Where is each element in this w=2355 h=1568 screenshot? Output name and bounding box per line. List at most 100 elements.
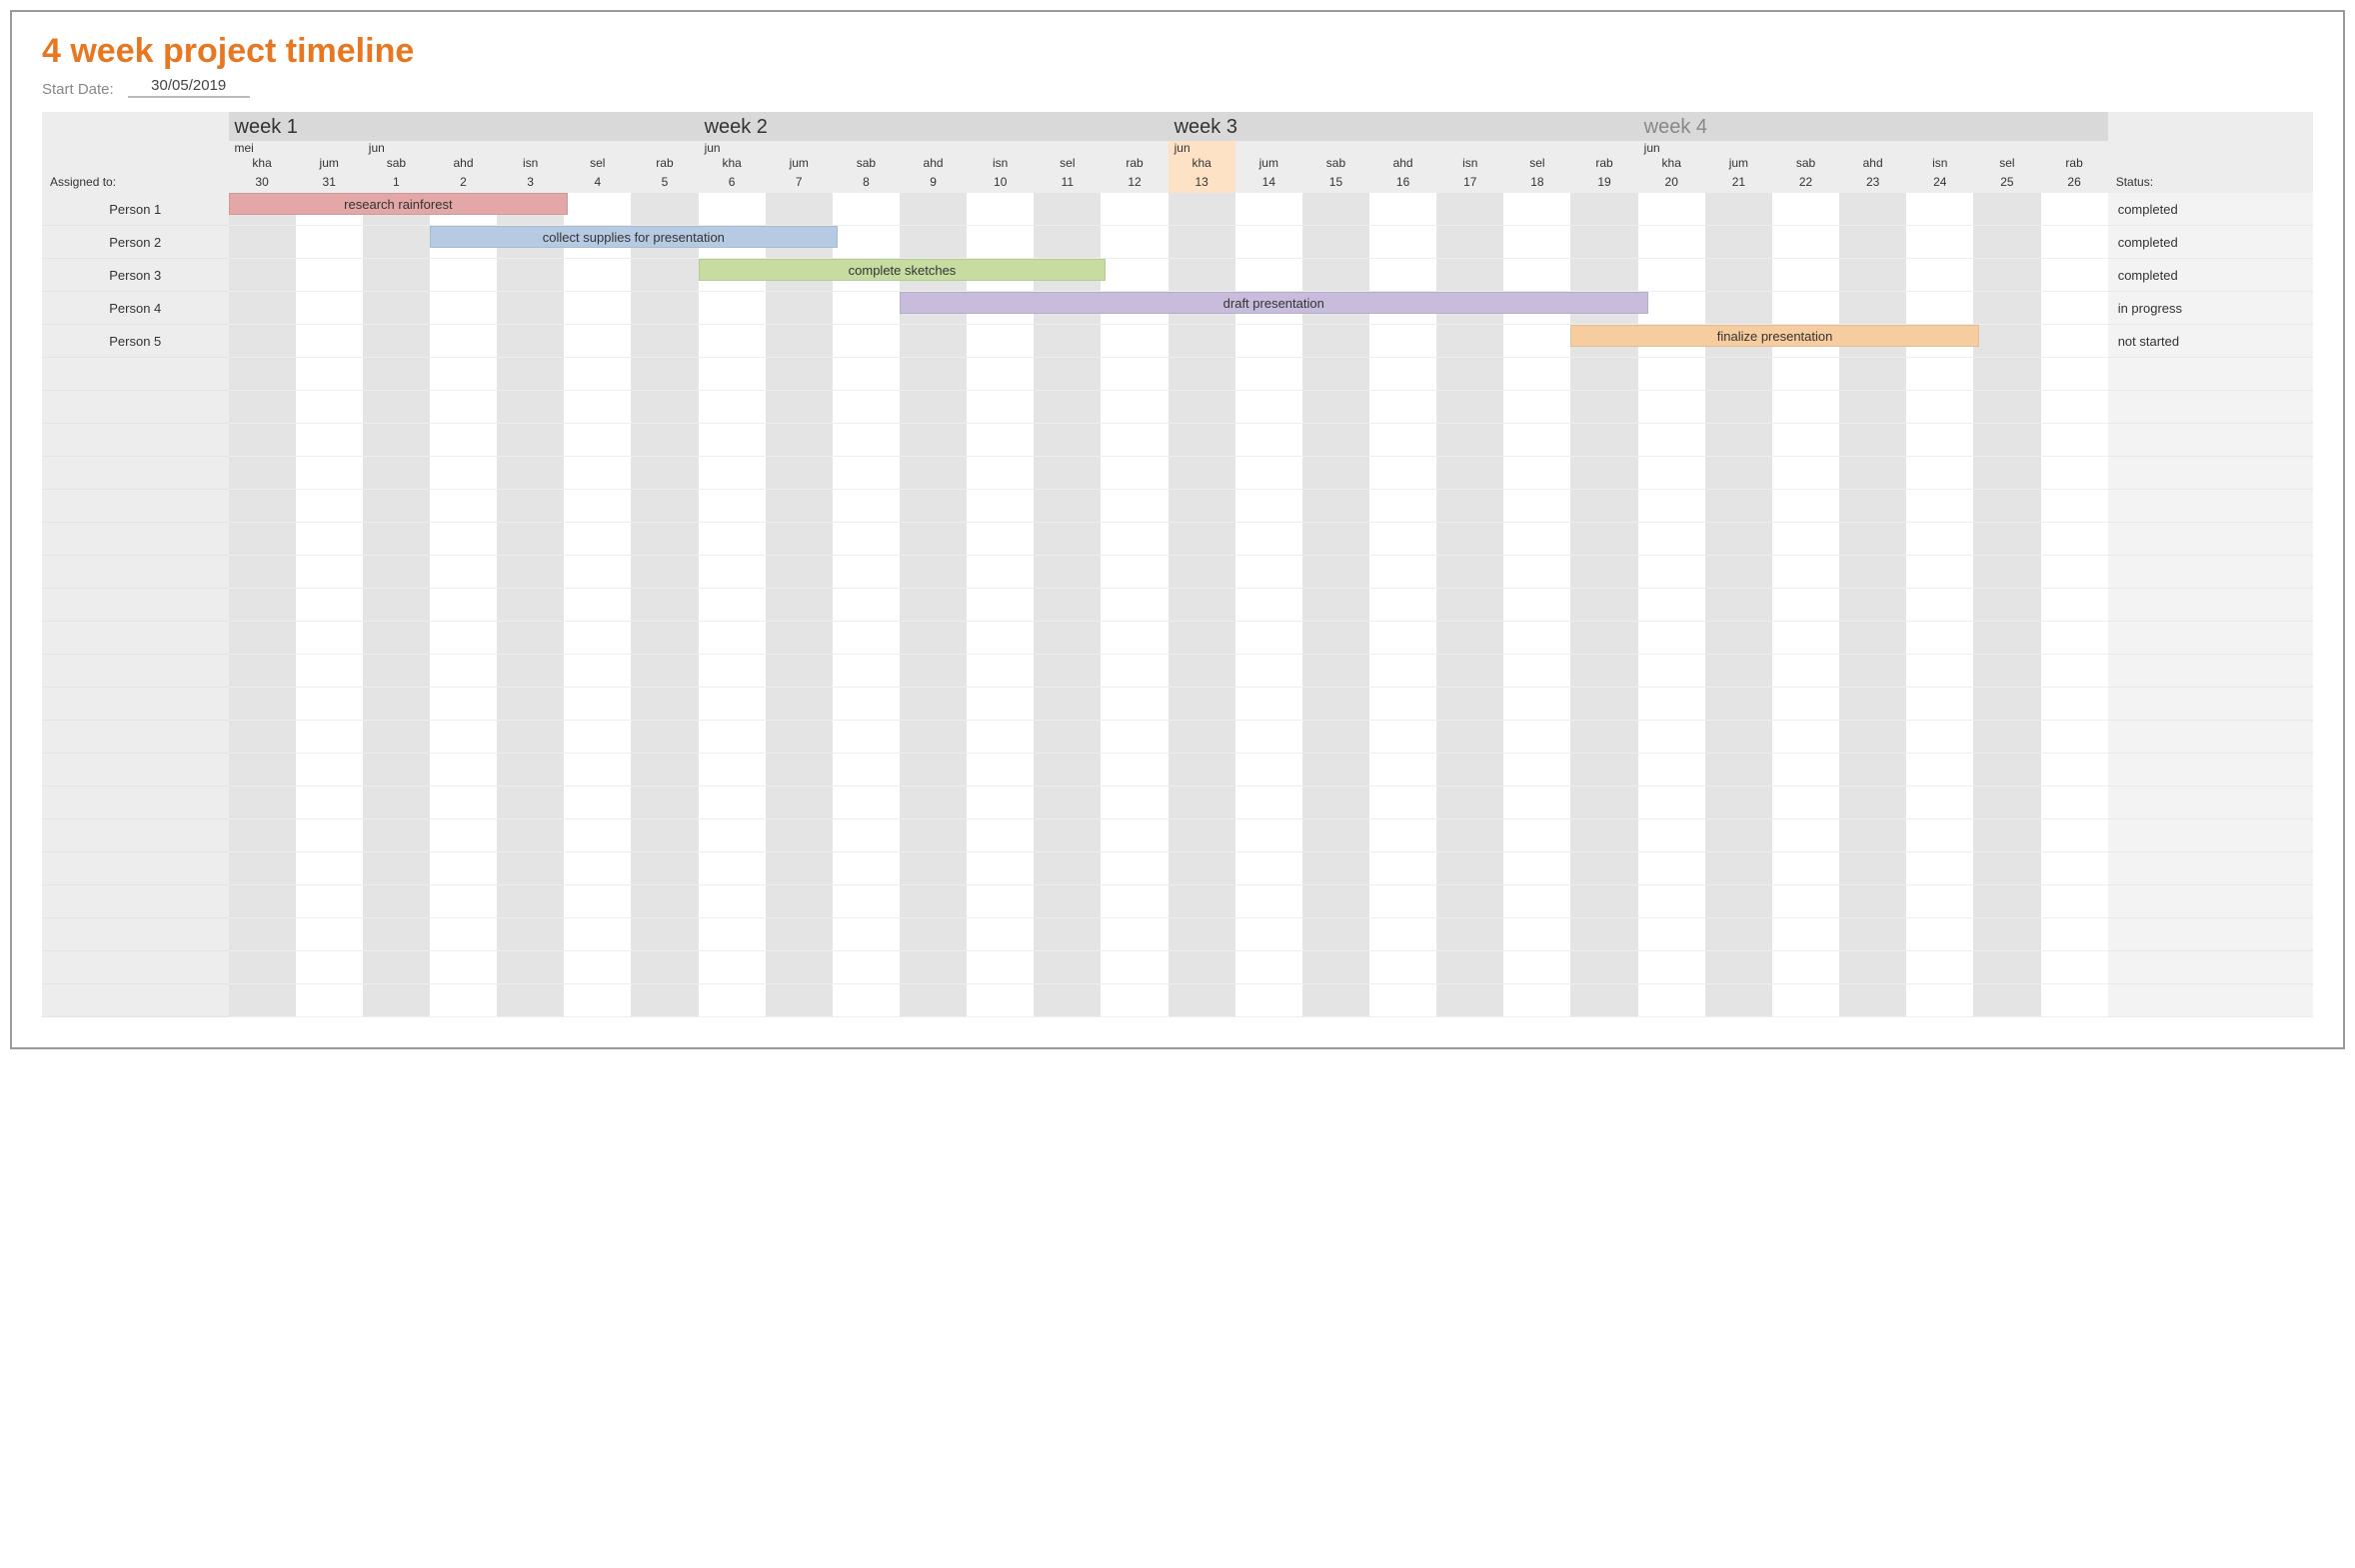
- calendar-cell[interactable]: [1369, 918, 1436, 951]
- calendar-cell[interactable]: [967, 193, 1034, 226]
- calendar-cell[interactable]: [363, 490, 430, 523]
- calendar-cell[interactable]: [1369, 490, 1436, 523]
- calendar-cell[interactable]: [1906, 259, 1973, 292]
- calendar-cell[interactable]: [229, 325, 296, 358]
- calendar-cell[interactable]: [1705, 622, 1772, 655]
- calendar-cell[interactable]: [2041, 391, 2108, 424]
- calendar-cell[interactable]: [1503, 523, 1570, 556]
- calendar-cell[interactable]: [2041, 885, 2108, 918]
- calendar-cell[interactable]: [2041, 259, 2108, 292]
- calendar-cell[interactable]: [363, 786, 430, 819]
- calendar-cell[interactable]: [1906, 292, 1973, 325]
- calendar-cell[interactable]: [631, 391, 698, 424]
- calendar-cell[interactable]: [1169, 226, 1235, 259]
- calendar-cell[interactable]: [1235, 457, 1302, 490]
- calendar-cell[interactable]: [1034, 325, 1101, 358]
- calendar-cell[interactable]: [2041, 688, 2108, 721]
- calendar-cell[interactable]: [564, 622, 631, 655]
- calendar-cell[interactable]: [900, 885, 967, 918]
- person-cell[interactable]: Person 2: [42, 226, 229, 259]
- calendar-cell[interactable]: [2041, 523, 2108, 556]
- calendar-cell[interactable]: [833, 754, 900, 786]
- calendar-cell[interactable]: [1101, 885, 1168, 918]
- calendar-cell[interactable]: [430, 391, 497, 424]
- calendar-cell[interactable]: [1302, 786, 1369, 819]
- calendar-cell[interactable]: [1570, 589, 1637, 622]
- calendar-cell[interactable]: [1570, 754, 1637, 786]
- calendar-cell[interactable]: [1169, 918, 1235, 951]
- calendar-cell[interactable]: [1906, 622, 1973, 655]
- status-cell[interactable]: [2108, 457, 2313, 490]
- calendar-cell[interactable]: [1772, 754, 1839, 786]
- calendar-cell[interactable]: [1906, 490, 1973, 523]
- calendar-cell[interactable]: [1906, 688, 1973, 721]
- calendar-cell[interactable]: [1839, 556, 1906, 589]
- calendar-cell[interactable]: [564, 391, 631, 424]
- calendar-cell[interactable]: [967, 523, 1034, 556]
- calendar-cell[interactable]: [1638, 655, 1705, 688]
- calendar-cell[interactable]: [2041, 193, 2108, 226]
- calendar-cell[interactable]: [766, 984, 833, 1017]
- calendar-cell[interactable]: [833, 688, 900, 721]
- calendar-cell[interactable]: [1973, 918, 2040, 951]
- calendar-cell[interactable]: [1302, 688, 1369, 721]
- calendar-cell[interactable]: [1235, 259, 1302, 292]
- calendar-cell[interactable]: [1839, 918, 1906, 951]
- calendar-cell[interactable]: [1638, 786, 1705, 819]
- person-cell[interactable]: [42, 424, 229, 457]
- calendar-cell[interactable]: [1705, 688, 1772, 721]
- calendar-cell[interactable]: [430, 786, 497, 819]
- calendar-cell[interactable]: [564, 885, 631, 918]
- calendar-cell[interactable]: [1906, 885, 1973, 918]
- calendar-cell[interactable]: [1235, 655, 1302, 688]
- calendar-cell[interactable]: [1436, 984, 1503, 1017]
- calendar-cell[interactable]: [1839, 819, 1906, 852]
- calendar-cell[interactable]: [1839, 721, 1906, 754]
- calendar-cell[interactable]: [229, 358, 296, 391]
- status-cell[interactable]: [2108, 951, 2313, 984]
- calendar-cell[interactable]: [1169, 391, 1235, 424]
- calendar-cell[interactable]: [1570, 819, 1637, 852]
- calendar-cell[interactable]: [1503, 556, 1570, 589]
- status-cell[interactable]: [2108, 523, 2313, 556]
- calendar-cell[interactable]: [363, 951, 430, 984]
- calendar-cell[interactable]: [296, 655, 363, 688]
- calendar-cell[interactable]: [1034, 490, 1101, 523]
- calendar-cell[interactable]: [1705, 391, 1772, 424]
- calendar-cell[interactable]: [229, 852, 296, 885]
- calendar-cell[interactable]: [766, 457, 833, 490]
- calendar-cell[interactable]: [1570, 984, 1637, 1017]
- calendar-cell[interactable]: [2041, 622, 2108, 655]
- calendar-cell[interactable]: [1772, 424, 1839, 457]
- calendar-cell[interactable]: [229, 457, 296, 490]
- calendar-cell[interactable]: [1034, 358, 1101, 391]
- calendar-cell[interactable]: [1302, 852, 1369, 885]
- calendar-cell[interactable]: [363, 754, 430, 786]
- calendar-cell[interactable]: [1302, 655, 1369, 688]
- calendar-cell[interactable]: [2041, 819, 2108, 852]
- calendar-cell[interactable]: [229, 622, 296, 655]
- calendar-cell[interactable]: [1772, 457, 1839, 490]
- calendar-cell[interactable]: [1101, 819, 1168, 852]
- calendar-cell[interactable]: [1638, 292, 1705, 325]
- calendar-cell[interactable]: [900, 754, 967, 786]
- calendar-cell[interactable]: [766, 391, 833, 424]
- calendar-cell[interactable]: [1973, 852, 2040, 885]
- calendar-cell[interactable]: [229, 292, 296, 325]
- calendar-cell[interactable]: [967, 819, 1034, 852]
- calendar-cell[interactable]: [699, 852, 766, 885]
- calendar-cell[interactable]: [1638, 754, 1705, 786]
- calendar-cell[interactable]: [430, 490, 497, 523]
- calendar-cell[interactable]: [497, 457, 564, 490]
- calendar-cell[interactable]: [1839, 457, 1906, 490]
- calendar-cell[interactable]: [1436, 325, 1503, 358]
- calendar-cell[interactable]: [1973, 259, 2040, 292]
- calendar-cell[interactable]: [699, 391, 766, 424]
- person-cell[interactable]: Person 1: [42, 193, 229, 226]
- calendar-cell[interactable]: [900, 193, 967, 226]
- calendar-cell[interactable]: [1973, 490, 2040, 523]
- calendar-cell[interactable]: [631, 457, 698, 490]
- calendar-cell[interactable]: [1772, 391, 1839, 424]
- person-cell[interactable]: [42, 622, 229, 655]
- calendar-cell[interactable]: [1101, 391, 1168, 424]
